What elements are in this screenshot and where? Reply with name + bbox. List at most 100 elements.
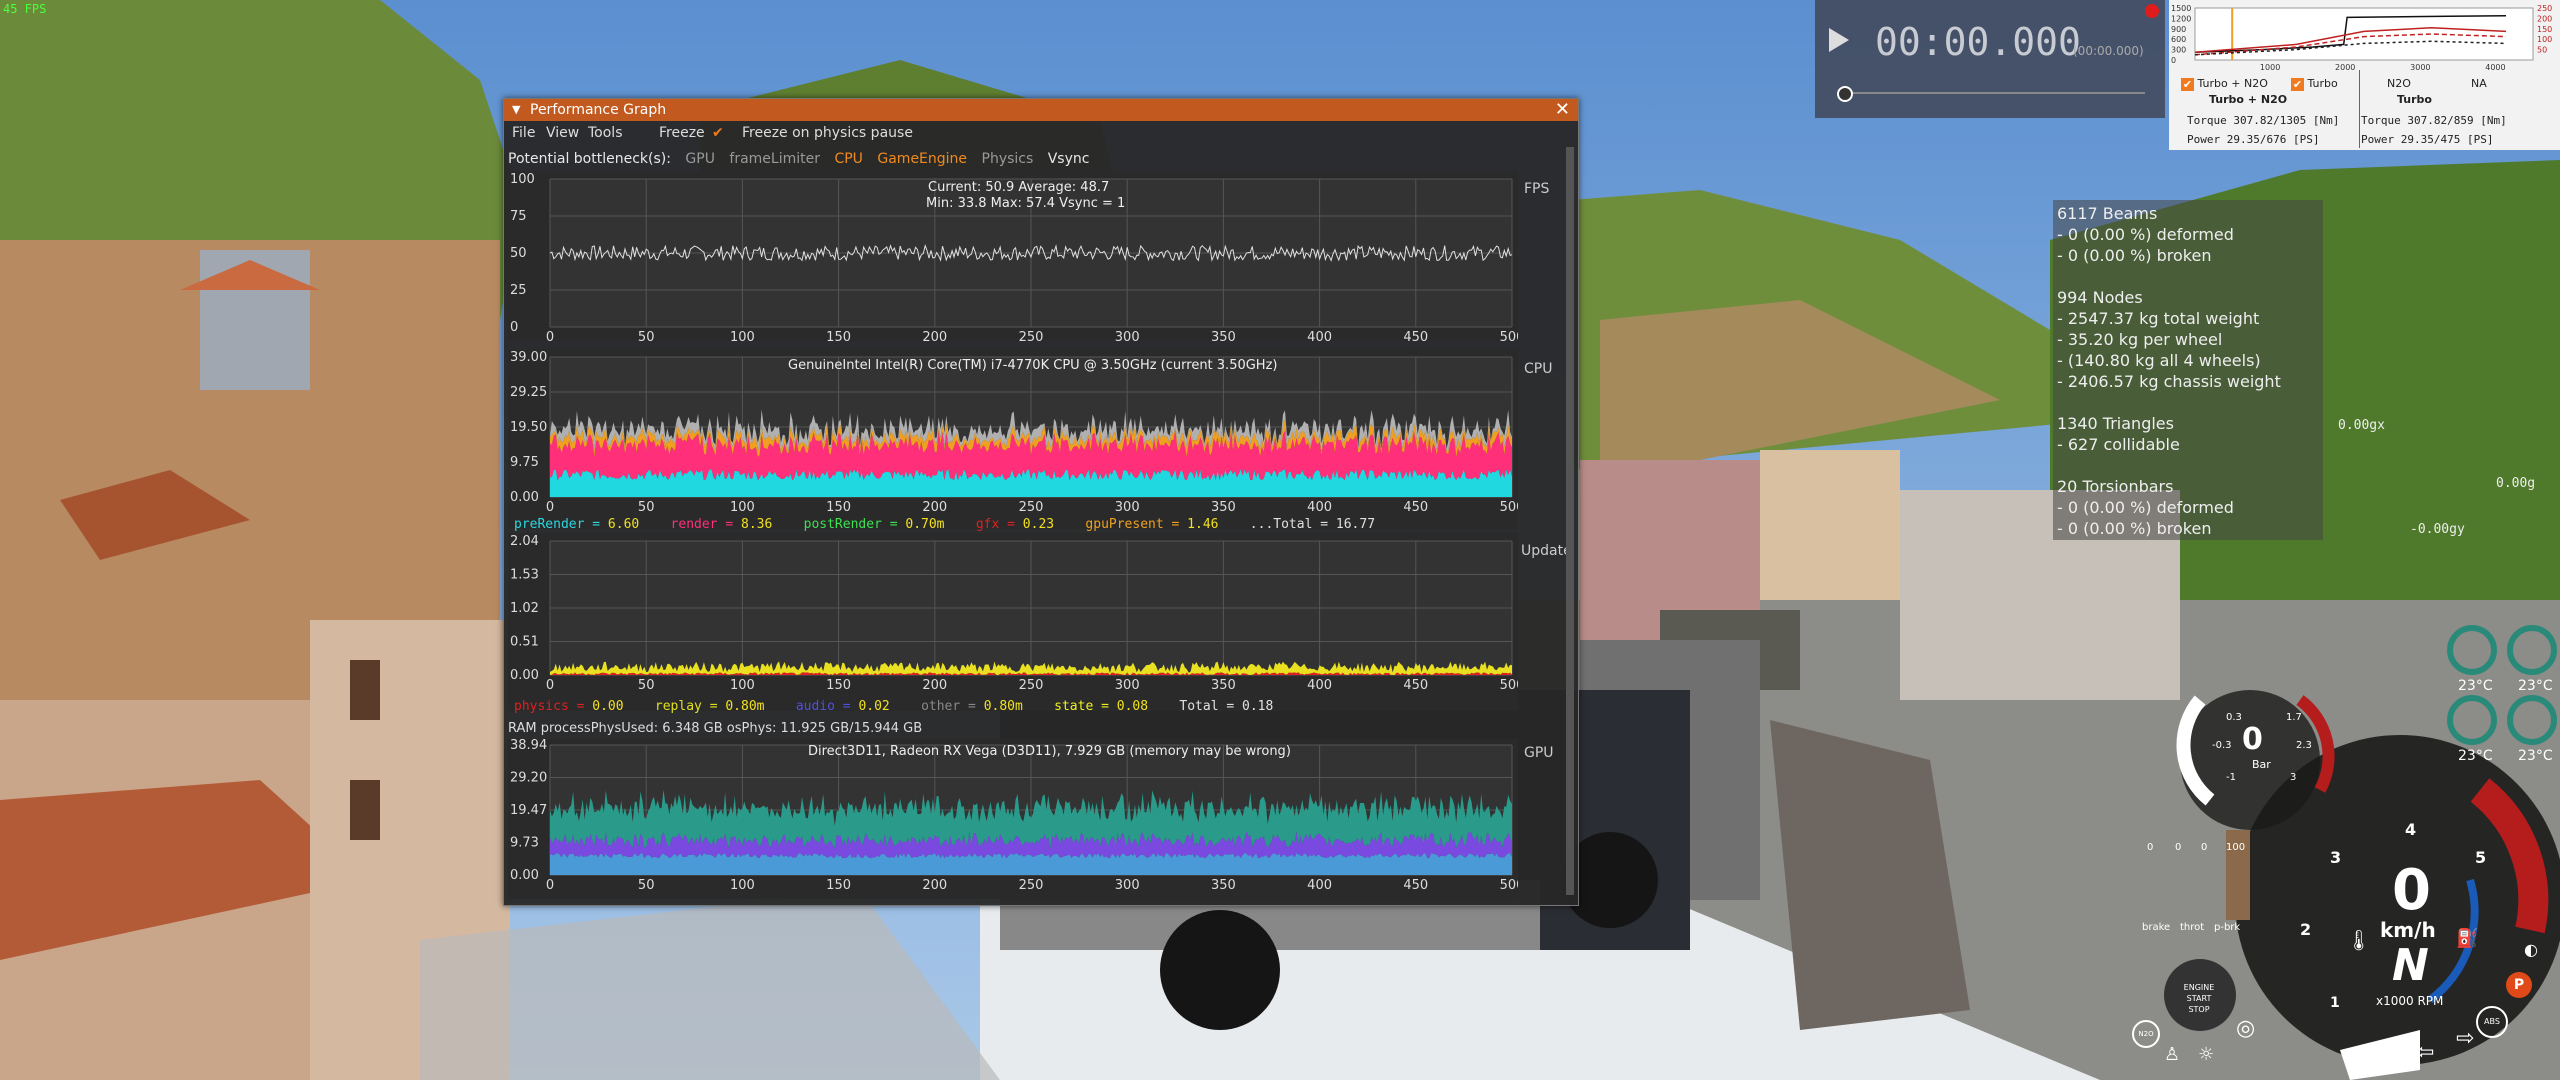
checkbox-icon[interactable]: ✔ xyxy=(2181,77,2194,91)
right-signal-icon: ⇨ xyxy=(2456,1026,2475,1051)
menu-tools[interactable]: Tools xyxy=(588,121,623,145)
gpu-y-tick: 19.47 xyxy=(510,803,547,818)
abs-indicator: ABS xyxy=(2476,1006,2508,1038)
freeze-toggle[interactable]: Freeze xyxy=(659,121,705,145)
power-y-tick: 50 xyxy=(2537,46,2547,55)
cpu-x-tick: 400 xyxy=(1307,500,1332,515)
update-x-tick: 200 xyxy=(922,678,947,693)
bottleneck-label: Potential bottleneck(s): xyxy=(508,151,671,167)
gpu-x-tick: 450 xyxy=(1403,878,1428,893)
gpu-x-tick: 100 xyxy=(730,878,755,893)
cpu-x-tick: 50 xyxy=(638,500,655,515)
torque-left-toggle[interactable]: ✔ Turbo + N2O xyxy=(2181,77,2268,91)
close-icon[interactable]: ✕ xyxy=(1555,99,1570,121)
beams-info-line: - (140.80 kg all 4 wheels) xyxy=(2057,351,2261,370)
cpu-x-tick: 0 xyxy=(546,500,554,515)
fps-y-tick: 100 xyxy=(510,172,535,187)
fps-x-tick: 150 xyxy=(826,330,851,341)
cpu-x-tick: 200 xyxy=(922,500,947,515)
legend-value: 0.80m xyxy=(725,699,796,714)
beams-info-line: 994 Nodes xyxy=(2057,288,2143,307)
beams-info-line: 20 Torsionbars xyxy=(2057,477,2174,496)
beams-info-line: - 35.20 kg per wheel xyxy=(2057,330,2223,349)
torque-y-tick: 0 xyxy=(2171,56,2176,65)
checkbox-icon[interactable]: ✔ xyxy=(2291,77,2304,91)
stopwatch-panel: 00:00.000 (00:00.000) xyxy=(1815,0,2165,118)
fps-stats-line1: Current: 50.9 Average: 48.7 xyxy=(928,180,1109,195)
menu-view[interactable]: View xyxy=(546,121,579,145)
update-x-tick: 300 xyxy=(1115,678,1140,693)
legend-value: 0.80m xyxy=(983,699,1055,714)
beams-info-line: - 0 (0.00 %) deformed xyxy=(2057,225,2234,244)
update-plot-label: Update xyxy=(1521,543,1572,559)
gear-indicator: N xyxy=(2392,940,2429,991)
boost-tick-4: 2.3 xyxy=(2296,740,2312,751)
freeze-on-pause-label[interactable]: Freeze on physics pause xyxy=(742,121,913,145)
engine-start-button[interactable]: ENGINE START STOP xyxy=(2164,970,2234,1026)
gy-readout: -0.00gy xyxy=(2410,522,2465,537)
legend-item: audio = xyxy=(795,699,859,714)
tire-temp-rl: 23°C xyxy=(2458,748,2493,764)
update-x-tick: 350 xyxy=(1211,678,1236,693)
window-title: Performance Graph xyxy=(530,102,667,118)
update-x-tick: 250 xyxy=(1019,678,1044,693)
play-icon[interactable] xyxy=(1829,28,1849,52)
gpu-graph: 0 50 100 150 200 250 300 350 400 450 500 38.94 29.20… xyxy=(510,738,1524,893)
power-y-tick: 150 xyxy=(2537,25,2552,34)
legend-item: gpuPresent = xyxy=(1085,517,1188,532)
cpu-x-tick: 300 xyxy=(1115,500,1140,515)
fps-plot-label: FPS xyxy=(1524,181,1550,197)
torque-right-n2o[interactable]: N2O xyxy=(2387,77,2411,90)
update-plot: 0 50 100 150 200 250 300 350 400 450 500 2.04 1.53 1.… xyxy=(508,533,1524,711)
cpu-y-tick: 9.75 xyxy=(510,455,539,470)
gpu-header: Direct3D11, Radeon RX Vega (D3D11), 7.92… xyxy=(808,744,1291,759)
fps-x-tick: 350 xyxy=(1211,330,1236,341)
fps-y-tick: 50 xyxy=(510,246,527,261)
cpu-x-tick: 350 xyxy=(1211,500,1236,515)
fps-x-tick: 400 xyxy=(1307,330,1332,341)
performance-graph-window[interactable]: ▼ Performance Graph ✕ File View Tools Fr… xyxy=(503,98,1579,906)
collapse-icon[interactable]: ▼ xyxy=(512,99,520,121)
checkmark-icon[interactable]: ✔ xyxy=(712,121,724,145)
update-x-tick: 150 xyxy=(826,678,851,693)
legend-item: postRender = xyxy=(803,517,906,532)
stopwatch-time: 00:00.000 xyxy=(1875,20,2081,64)
legend-value: 6.60 xyxy=(607,517,671,532)
fuel-icon: ⛽ xyxy=(2456,928,2479,949)
tire-temp-fl: 23°C xyxy=(2458,678,2493,694)
torque-x-tick: 2000 xyxy=(2335,63,2355,72)
fps-stats-line2: Min: 33.8 Max: 57.4 Vsync = 1 xyxy=(926,196,1125,211)
legend-item: gfx = xyxy=(975,517,1023,532)
boost-tick-6: 3 xyxy=(2290,772,2297,783)
torque-middle-toggle[interactable]: ✔ Turbo xyxy=(2291,77,2338,91)
stopwatch-slider-knob[interactable] xyxy=(1837,86,1853,102)
menu-file[interactable]: File xyxy=(512,121,535,145)
beams-info-panel: 6117 Beams - 0 (0.00 %) deformed - 0 (0.00… xyxy=(2053,200,2323,540)
engine-button-line2: START xyxy=(2186,994,2212,1003)
cpu-x-tick: 450 xyxy=(1403,500,1428,515)
boost-tick-2: 1.7 xyxy=(2286,712,2302,723)
cpu-plot: 0 50 100 150 200 250 300 350 400 450 500 39.00 29.25… xyxy=(508,349,1524,529)
boost-unit: Bar xyxy=(2252,758,2271,771)
power-y-tick: 200 xyxy=(2537,14,2552,23)
legend-total: ...Total = 16.77 xyxy=(1249,517,1376,532)
torque-left-value: Torque 307.82/1305 [Nm] xyxy=(2187,114,2340,127)
power-y-tick: 100 xyxy=(2537,35,2552,44)
update-y-tick: 2.04 xyxy=(510,534,539,549)
throttle-label: throt xyxy=(2180,922,2205,933)
window-title-bar[interactable]: ▼ Performance Graph ✕ xyxy=(504,99,1578,121)
boost-value: 0 xyxy=(2242,722,2263,757)
torque-right-na[interactable]: NA xyxy=(2471,77,2487,90)
window-scrollbar[interactable] xyxy=(1566,147,1574,895)
record-icon[interactable] xyxy=(2145,4,2159,18)
power-y-tick: 250 xyxy=(2537,4,2552,13)
fps-x-tick: 250 xyxy=(1019,330,1044,341)
torque-x-tick: 4000 xyxy=(2485,63,2505,72)
lights-icon: ☼ xyxy=(2198,1044,2215,1065)
legend-item: physics = xyxy=(514,699,593,714)
speed-unit: km/h xyxy=(2380,918,2436,942)
engine-button-line1: ENGINE xyxy=(2183,983,2215,992)
beams-info-line: - 0 (0.00 %) broken xyxy=(2057,246,2212,265)
fps-y-tick: 25 xyxy=(510,283,527,298)
gpu-x-tick: 500 xyxy=(1500,878,1518,893)
